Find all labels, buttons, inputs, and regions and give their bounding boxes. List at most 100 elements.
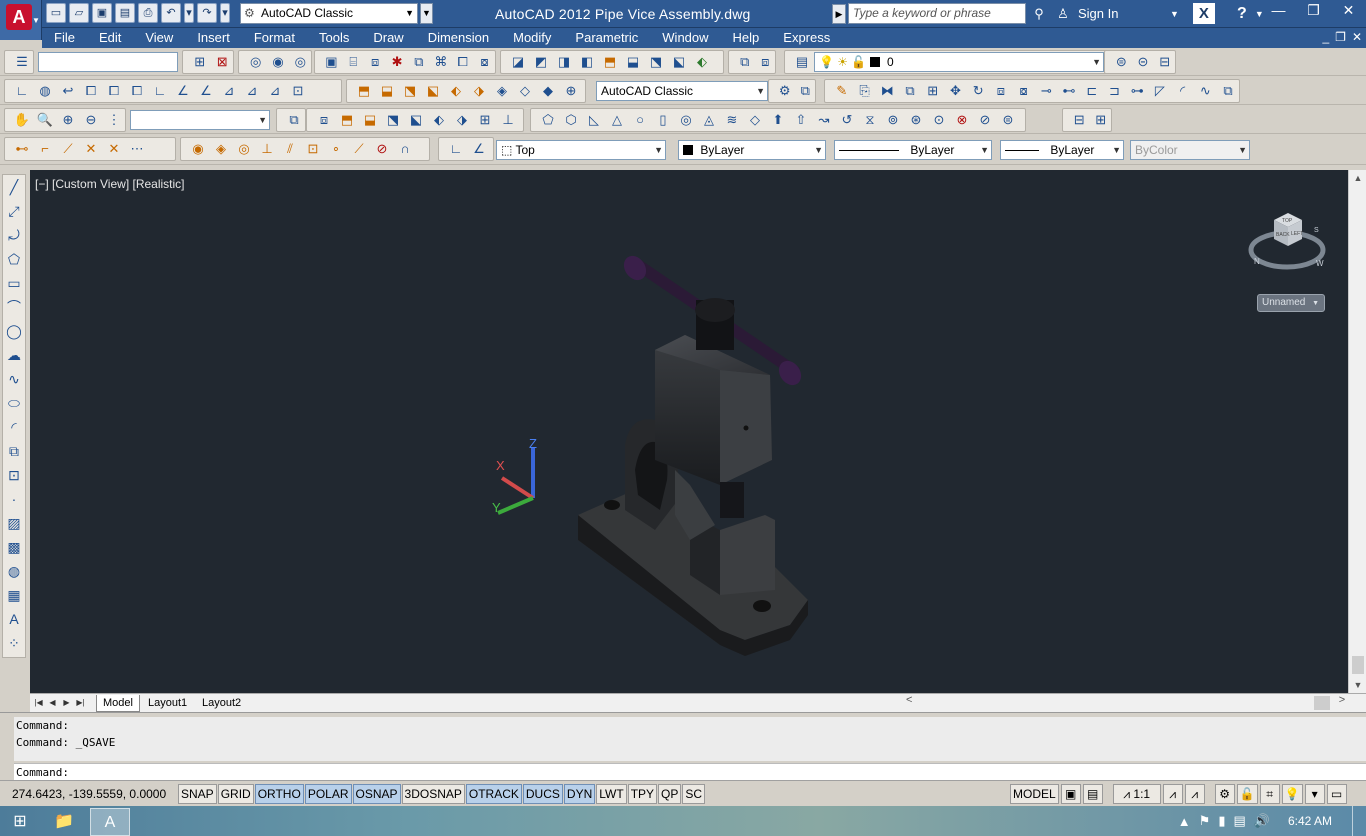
linetype-combo[interactable]: ByLayer ▼	[834, 140, 992, 160]
workspace-select[interactable]: ⚙ AutoCAD Classic ▼	[240, 3, 418, 24]
vertical-scroll-thumb[interactable]	[1352, 656, 1364, 674]
menu-dimension[interactable]: Dimension	[416, 28, 501, 48]
make-block-icon[interactable]: ⊡	[3, 463, 25, 487]
ucs-view-icon[interactable]: ⧠	[126, 80, 148, 102]
join-icon[interactable]: ⊶	[1126, 80, 1148, 102]
table-icon[interactable]: ▦	[3, 583, 25, 607]
menu-help[interactable]: Help	[721, 28, 772, 48]
point-icon[interactable]: ·	[3, 487, 25, 511]
free-orbit-icon[interactable]: ◉	[267, 51, 288, 73]
volume-icon[interactable]: 🔊	[1254, 813, 1270, 829]
move-icon[interactable]: ✥	[945, 80, 967, 102]
ucs-origin-icon[interactable]: ∟	[149, 80, 171, 102]
line-icon[interactable]: ╱	[3, 175, 25, 199]
drawing-minimize-icon[interactable]: _	[1322, 30, 1329, 44]
ucs-z-icon[interactable]: ⊿	[264, 80, 286, 102]
tab-model[interactable]: Model	[96, 695, 140, 712]
workspace-save-icon[interactable]: ⧉	[796, 80, 816, 102]
continuous-orbit-icon[interactable]: ◎	[290, 51, 311, 73]
stretch-icon[interactable]: ⧇	[1013, 80, 1035, 102]
revolve-solid-icon[interactable]: ↺	[836, 109, 858, 131]
menu-parametric[interactable]: Parametric	[563, 28, 650, 48]
orbit-icon[interactable]: ◎	[245, 51, 266, 73]
multiline-text-icon[interactable]: A	[3, 607, 25, 631]
cone-solid-icon[interactable]: △	[606, 109, 628, 131]
zoom-window-icon[interactable]: ⊕	[57, 109, 79, 131]
clock[interactable]: 6:42 AM	[1288, 814, 1332, 828]
visual-style-manager-icon[interactable]: ⊞	[1091, 109, 1112, 131]
menu-view[interactable]: View	[133, 28, 185, 48]
osnap-toggle[interactable]: OSNAP	[352, 784, 401, 804]
snap-nearest-icon[interactable]: ⟋	[348, 138, 370, 160]
erase-icon[interactable]: ✎	[831, 80, 853, 102]
undo-icon[interactable]: ↶	[161, 3, 181, 23]
restore-icon[interactable]: ❐	[1296, 0, 1331, 22]
zoom-realtime-icon[interactable]: 🔍	[34, 109, 56, 131]
rotate-icon[interactable]: ↻	[967, 80, 989, 102]
tab-layout2[interactable]: Layout2	[196, 695, 247, 712]
box-icon[interactable]: ▣	[321, 51, 342, 73]
menu-edit[interactable]: Edit	[87, 28, 133, 48]
wedge-icon[interactable]: ⧉	[409, 51, 430, 73]
chamfer-icon[interactable]: ◸	[1149, 80, 1171, 102]
save-icon[interactable]: ▣	[92, 3, 112, 23]
layer-combo[interactable]: 💡 ☀ 🔓 0 ▼	[814, 52, 1104, 72]
otrack-toggle[interactable]: OTRACK	[465, 784, 522, 804]
3d-align-icon[interactable]: ⬗	[451, 109, 473, 131]
3dosnap-toggle[interactable]: 3DOSNAP	[401, 784, 465, 804]
trim-icon[interactable]: ⊸	[1035, 80, 1057, 102]
menu-format[interactable]: Format	[242, 28, 307, 48]
hatch-icon[interactable]: ▨	[3, 511, 25, 535]
polysolid-icon[interactable]: ⬠	[537, 109, 559, 131]
presspull-solid-icon[interactable]: ⇧	[790, 109, 812, 131]
autocad-taskbar-icon[interactable]: A	[90, 808, 130, 836]
ucs-ii-world-icon[interactable]: ∠	[468, 138, 490, 160]
menu-draw[interactable]: Draw	[361, 28, 415, 48]
color-edges-icon[interactable]: ⬕	[422, 80, 444, 102]
torus-icon[interactable]: ⌘	[430, 51, 451, 73]
pyramid-icon[interactable]: ⧠	[452, 51, 473, 73]
extrude-faces-icon[interactable]: ⬒	[599, 51, 621, 73]
move-faces-icon[interactable]: ⬓	[622, 51, 644, 73]
user-icon[interactable]: ♙	[1052, 3, 1074, 24]
undo-dropdown-icon[interactable]: ▾	[184, 3, 194, 23]
redo-icon[interactable]: ↷	[197, 3, 217, 23]
polar-toggle[interactable]: POLAR	[304, 784, 352, 804]
ucs-x-icon[interactable]: ⊿	[218, 80, 240, 102]
snap-quadrant-icon[interactable]: ◈	[210, 138, 232, 160]
gradient-icon[interactable]: ▩	[3, 535, 25, 559]
annotation-visibility-icon[interactable]: ⩘	[1162, 784, 1183, 804]
named-views-icon[interactable]: ⧉	[283, 109, 305, 131]
snap-endpoint-icon[interactable]: ⌐	[34, 138, 56, 160]
3d-move-icon[interactable]: ⧈	[313, 109, 335, 131]
revision-cloud-icon[interactable]: ☁	[3, 343, 25, 367]
file-explorer-icon[interactable]: 📁	[44, 808, 84, 836]
snap-extension-icon[interactable]: ⋯	[126, 138, 148, 160]
snap-tangent-icon[interactable]: ◎	[233, 138, 255, 160]
explode-icon[interactable]: ⧉	[1217, 80, 1239, 102]
copy-faces-icon[interactable]: ⬒	[353, 80, 375, 102]
vertical-scrollbar[interactable]: ▲ ▼	[1348, 170, 1366, 693]
ucs-zaxis-icon[interactable]: ∠	[172, 80, 194, 102]
array-icon[interactable]: ⊞	[922, 80, 944, 102]
horizontal-scroll-thumb[interactable]	[1314, 696, 1330, 710]
snap-apparent-icon[interactable]: ✕	[103, 138, 125, 160]
layer-properties-icon[interactable]: ☰	[11, 51, 33, 73]
ucs-menu-button[interactable]: Unnamed ▼	[1257, 294, 1325, 312]
redo-dropdown-icon[interactable]: ▾	[220, 3, 230, 23]
copy-icon[interactable]: ⎘	[854, 80, 876, 102]
extend-icon[interactable]: ⊷	[1058, 80, 1080, 102]
render-region-icon[interactable]: ⧈	[756, 51, 776, 73]
osnap-settings-icon[interactable]: ∩	[394, 138, 416, 160]
minimize-icon[interactable]: —	[1261, 0, 1296, 22]
subtract-icon[interactable]: ◩	[530, 51, 552, 73]
zoom-previous-icon[interactable]: ⊖	[80, 109, 102, 131]
layer-previous-icon[interactable]: ⊞	[189, 51, 211, 73]
make-current-icon[interactable]: ⊜	[1111, 51, 1132, 73]
box-solid-icon[interactable]: ⬡	[560, 109, 582, 131]
3d-walk-icon[interactable]: ⊘	[974, 109, 996, 131]
lock-ui-icon[interactable]: 🔓	[1236, 784, 1258, 804]
network-icon[interactable]: ▤	[1233, 813, 1245, 829]
lineweight-combo[interactable]: ByLayer ▼	[1000, 140, 1124, 160]
render-icon[interactable]: ⧉	[735, 51, 755, 73]
